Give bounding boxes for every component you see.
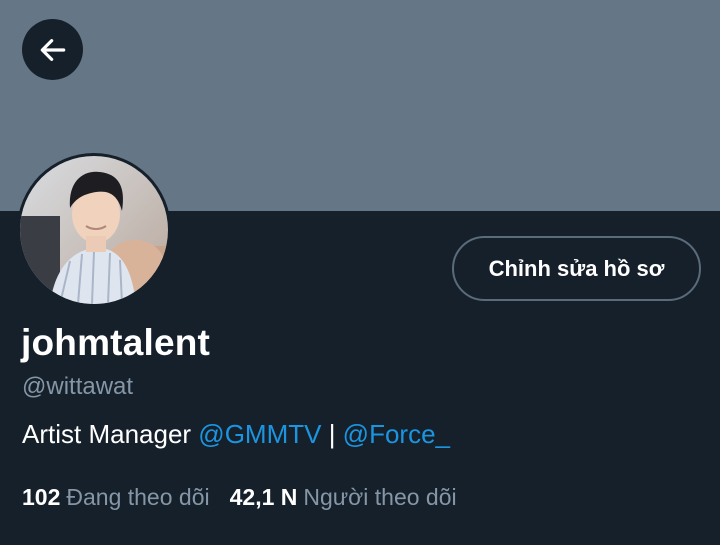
edit-profile-button[interactable]: Chỉnh sửa hồ sơ bbox=[452, 236, 701, 301]
following-label: Đang theo dõi bbox=[66, 484, 210, 510]
display-name: johmtalent bbox=[21, 322, 211, 363]
arrow-left-icon bbox=[40, 38, 65, 61]
profile-handle: @wittawat bbox=[22, 373, 134, 400]
mention-link-force[interactable]: @Force_ bbox=[343, 419, 450, 449]
followers-count: 42,1 N bbox=[229, 484, 298, 510]
bio-text: Artist Manager bbox=[22, 419, 199, 449]
avatar[interactable] bbox=[17, 153, 171, 307]
following-count: 102 bbox=[22, 484, 61, 510]
following-stat[interactable]: 102 Đang theo dõi bbox=[22, 484, 210, 510]
profile-bio: Artist Manager @GMMTV | @Force_ bbox=[22, 419, 450, 450]
mention-link-gmmtv[interactable]: @GMMTV bbox=[198, 419, 321, 449]
back-button[interactable] bbox=[22, 19, 83, 80]
bio-separator: | bbox=[321, 419, 343, 449]
profile-stats: 102 Đang theo dõi 42,1 N Người theo dõi bbox=[22, 484, 457, 511]
followers-stat[interactable]: 42,1 N Người theo dõi bbox=[230, 484, 457, 510]
avatar-photo bbox=[20, 156, 168, 304]
followers-label: Người theo dõi bbox=[303, 484, 457, 510]
